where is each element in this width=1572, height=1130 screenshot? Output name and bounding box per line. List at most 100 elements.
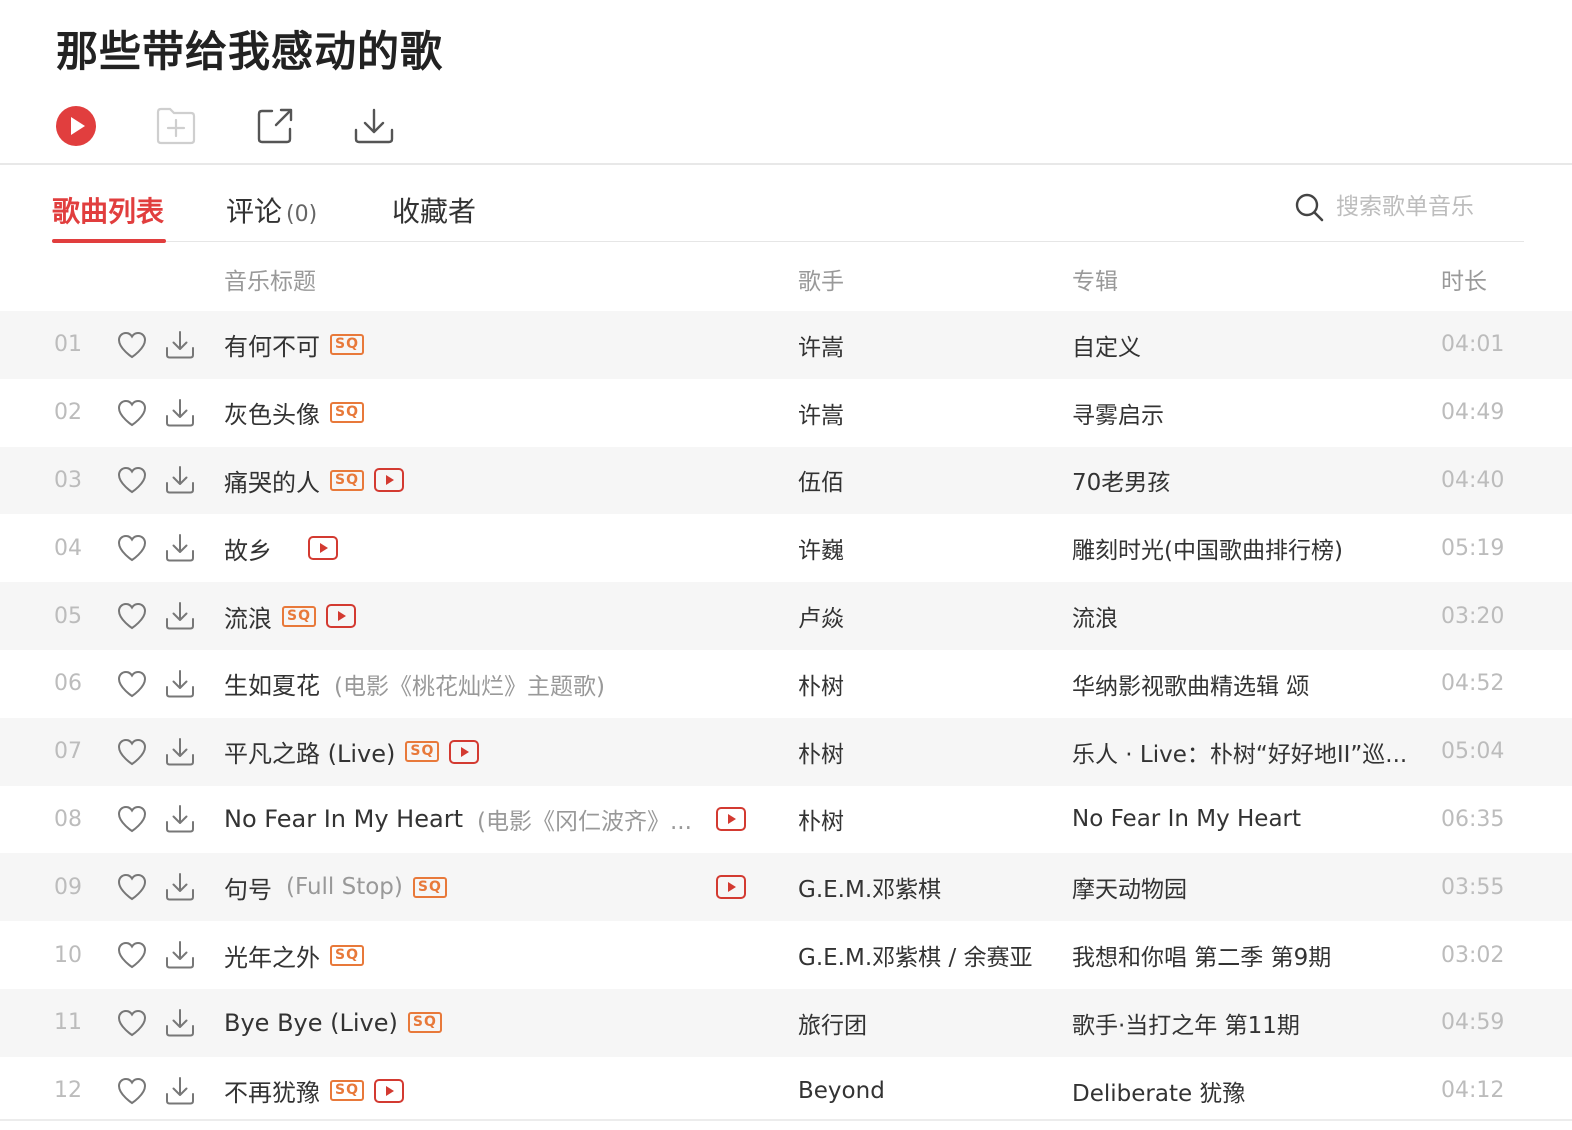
like-button[interactable]: [116, 718, 148, 786]
search-input[interactable]: [1336, 194, 1516, 220]
add-to-folder-button[interactable]: [154, 104, 198, 148]
singer-name[interactable]: 旅行团: [798, 1006, 867, 1040]
song-album[interactable]: 寻雾启示: [1072, 379, 1422, 447]
song-album[interactable]: 乐人 · Live：朴树“好好地II”巡...: [1072, 718, 1422, 786]
table-row[interactable]: 11 Bye Bye (Live) SQ 旅行团 歌手·当打之年 第11期 04:59: [0, 988, 1572, 1057]
song-album[interactable]: 流浪: [1072, 582, 1422, 650]
song-album[interactable]: Deliberate 犹豫: [1072, 1057, 1422, 1125]
album-name[interactable]: 70老男孩: [1072, 463, 1170, 497]
like-button[interactable]: [116, 514, 148, 582]
song-album[interactable]: 70老男孩: [1072, 447, 1422, 515]
tab-collectors[interactable]: 收藏者: [392, 190, 476, 230]
table-row[interactable]: 10 光年之外 SQ G.E.M.邓紫棋 / 余赛亚 我想和你唱 第二季 第9期 03:0…: [0, 921, 1572, 989]
song-singer[interactable]: 旅行团: [798, 989, 1048, 1057]
mv-badge[interactable]: [449, 739, 480, 764]
song-title-cell[interactable]: 平凡之路 (Live) SQ: [224, 718, 769, 786]
song-singer[interactable]: 卢焱: [798, 582, 1048, 650]
song-album[interactable]: 歌手·当打之年 第11期: [1072, 989, 1422, 1057]
song-title-cell[interactable]: Bye Bye (Live) SQ: [224, 989, 769, 1057]
song-title-cell[interactable]: 痛哭的人 SQ: [224, 447, 769, 515]
singer-name[interactable]: 朴树: [798, 802, 844, 836]
column-header-duration[interactable]: 时长: [1441, 262, 1487, 296]
album-name[interactable]: No Fear In My Heart: [1072, 806, 1301, 832]
download-all-button[interactable]: [352, 104, 396, 148]
album-name[interactable]: 雕刻时光(中国歌曲排行榜): [1072, 531, 1343, 565]
singer-name[interactable]: 卢焱: [798, 599, 844, 633]
download-button[interactable]: [163, 447, 197, 515]
search-icon[interactable]: [1294, 192, 1324, 222]
download-button[interactable]: [163, 650, 197, 718]
album-name[interactable]: 寻雾启示: [1072, 396, 1164, 430]
song-singer[interactable]: 许嵩: [798, 311, 1048, 379]
song-title-cell[interactable]: 句号 (Full Stop) SQ: [224, 853, 769, 921]
column-header-album[interactable]: 专辑: [1072, 262, 1118, 296]
mv-badge[interactable]: [716, 807, 746, 832]
song-title-cell[interactable]: 流浪 SQ: [224, 582, 769, 650]
column-header-singer[interactable]: 歌手: [798, 262, 844, 296]
album-name[interactable]: 华纳影视歌曲精选辑 颂: [1072, 667, 1309, 701]
song-singer[interactable]: 许嵩: [798, 379, 1048, 447]
like-button[interactable]: [116, 989, 148, 1057]
like-button[interactable]: [116, 921, 148, 989]
song-album[interactable]: 摩天动物园: [1072, 853, 1422, 921]
mv-badge[interactable]: [373, 468, 404, 493]
album-name[interactable]: 歌手·当打之年 第11期: [1072, 1006, 1300, 1040]
album-name[interactable]: 我想和你唱 第二季 第9期: [1072, 938, 1331, 972]
song-title-cell[interactable]: No Fear In My Heart (电影《冈仁波齐》...: [224, 786, 769, 854]
download-button[interactable]: [163, 921, 197, 989]
song-album[interactable]: 自定义: [1072, 311, 1422, 379]
download-button[interactable]: [163, 718, 197, 786]
play-all-button[interactable]: [54, 104, 98, 148]
mv-badge[interactable]: [716, 875, 746, 900]
like-button[interactable]: [116, 650, 148, 718]
song-album[interactable]: 华纳影视歌曲精选辑 颂: [1072, 650, 1422, 718]
table-row[interactable]: 08 No Fear In My Heart (电影《冈仁波齐》... 朴树 No Fe…: [0, 786, 1572, 854]
like-button[interactable]: [116, 379, 148, 447]
download-button[interactable]: [163, 989, 197, 1057]
download-button[interactable]: [163, 311, 197, 379]
song-singer[interactable]: G.E.M.邓紫棋 / 余赛亚: [798, 921, 1048, 989]
like-button[interactable]: [116, 447, 148, 515]
download-button[interactable]: [163, 1057, 197, 1125]
singer-name[interactable]: 朴树: [798, 667, 844, 701]
like-button[interactable]: [116, 1057, 148, 1125]
singer-name[interactable]: 伍佰: [798, 463, 844, 497]
song-album[interactable]: 我想和你唱 第二季 第9期: [1072, 921, 1422, 989]
song-singer[interactable]: 朴树: [798, 650, 1048, 718]
song-album[interactable]: No Fear In My Heart: [1072, 786, 1422, 854]
table-row[interactable]: 01 有何不可 SQ 许嵩 自定义 04:01: [0, 311, 1572, 379]
album-name[interactable]: 乐人 · Live：朴树“好好地II”巡...: [1072, 735, 1407, 769]
tab-song-list[interactable]: 歌曲列表: [52, 190, 164, 230]
singer-name[interactable]: Beyond: [798, 1078, 885, 1104]
song-title-cell[interactable]: 光年之外 SQ: [224, 921, 769, 989]
table-row[interactable]: 02 灰色头像 SQ 许嵩 寻雾启示 04:49: [0, 379, 1572, 447]
table-row[interactable]: 06 生如夏花 (电影《桃花灿烂》主题歌) 朴树 华纳影视歌曲精选辑 颂 04:52: [0, 650, 1572, 718]
download-button[interactable]: [163, 786, 197, 854]
table-row[interactable]: 03 痛哭的人 SQ 伍佰 70老男孩 04:40: [0, 446, 1572, 515]
download-button[interactable]: [163, 582, 197, 650]
song-singer[interactable]: Beyond: [798, 1057, 1048, 1125]
album-name[interactable]: 自定义: [1072, 328, 1141, 362]
like-button[interactable]: [116, 786, 148, 854]
table-row[interactable]: 12 不再犹豫 SQ Beyond Deliberate 犹豫 04:12: [0, 1057, 1572, 1125]
singer-name[interactable]: 朴树: [798, 735, 844, 769]
share-button[interactable]: [253, 104, 297, 148]
singer-name[interactable]: 许巍: [798, 531, 844, 565]
table-row[interactable]: 05 流浪 SQ 卢焱 流浪 03:20: [0, 582, 1572, 650]
singer-name[interactable]: 许嵩: [798, 396, 844, 430]
download-button[interactable]: [163, 514, 197, 582]
song-title-cell[interactable]: 灰色头像 SQ: [224, 379, 769, 447]
mv-badge[interactable]: [373, 1078, 404, 1103]
table-row[interactable]: 09 句号 (Full Stop) SQ G.E.M.邓紫棋 摩天动物园 03:55: [0, 853, 1572, 922]
song-singer[interactable]: 朴树: [798, 786, 1048, 854]
album-name[interactable]: Deliberate 犹豫: [1072, 1074, 1245, 1108]
mv-badge[interactable]: [308, 536, 338, 561]
mv-badge[interactable]: [325, 604, 356, 629]
album-name[interactable]: 摩天动物园: [1072, 870, 1187, 904]
singer-name[interactable]: 许嵩: [798, 328, 844, 362]
song-title-cell[interactable]: 不再犹豫 SQ: [224, 1057, 769, 1125]
like-button[interactable]: [116, 582, 148, 650]
album-name[interactable]: 流浪: [1072, 599, 1118, 633]
like-button[interactable]: [116, 311, 148, 379]
tab-comments[interactable]: 评论 (0): [226, 190, 317, 230]
